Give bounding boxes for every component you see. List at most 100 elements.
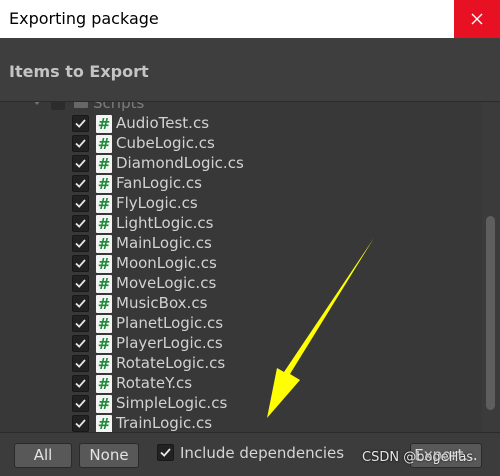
- checkmark-icon: [75, 219, 86, 228]
- csharp-script-icon: #: [96, 255, 112, 273]
- checkmark-icon: [75, 379, 86, 388]
- checkmark-icon: [75, 239, 86, 248]
- file-checkbox[interactable]: [72, 375, 89, 392]
- file-row[interactable]: # PlanetLogic.cs: [0, 314, 480, 334]
- file-name: MainLogic.cs: [116, 234, 212, 252]
- file-name: DiamondLogic.cs: [116, 154, 244, 172]
- include-dependencies-label: Include dependencies: [180, 444, 345, 462]
- file-name: LightLogic.cs: [116, 214, 214, 232]
- file-checkbox[interactable]: [72, 155, 89, 172]
- checkmark-icon: [75, 119, 86, 128]
- csharp-script-icon: #: [96, 335, 112, 353]
- file-row[interactable]: # TrainLogic.cs: [0, 414, 480, 432]
- include-dependencies-checkbox[interactable]: [157, 444, 174, 461]
- csharp-script-icon: #: [96, 355, 112, 373]
- csharp-script-icon: #: [96, 135, 112, 153]
- file-row[interactable]: # SimpleLogic.cs: [0, 394, 480, 414]
- watermark-text: CSDN @bogeHas: [362, 450, 474, 465]
- checkmark-icon: [75, 199, 86, 208]
- file-name: FlyLogic.cs: [116, 194, 198, 212]
- file-checkbox[interactable]: [72, 315, 89, 332]
- checkmark-icon: [75, 179, 86, 188]
- file-checkbox[interactable]: [72, 175, 89, 192]
- scrollbar-thumb[interactable]: [486, 216, 495, 410]
- file-row[interactable]: # LightLogic.cs: [0, 214, 480, 234]
- file-checkbox[interactable]: [72, 395, 89, 412]
- file-row[interactable]: # MusicBox.cs: [0, 294, 480, 314]
- file-row[interactable]: # MoveLogic.cs: [0, 274, 480, 294]
- close-icon: [471, 13, 483, 25]
- file-name: RotateLogic.cs: [116, 354, 226, 372]
- csharp-script-icon: #: [96, 395, 112, 413]
- file-row[interactable]: # DiamondLogic.cs: [0, 154, 480, 174]
- csharp-script-icon: #: [96, 415, 112, 432]
- checkmark-icon: [75, 259, 86, 268]
- file-name: PlanetLogic.cs: [116, 314, 224, 332]
- file-row[interactable]: # PlayerLogic.cs: [0, 334, 480, 354]
- close-button[interactable]: [454, 0, 500, 38]
- export-items-list[interactable]: Scripts # AudioTest.cs # CubeLogic.cs # Diamo…: [0, 102, 500, 432]
- folder-label: Scripts: [93, 102, 145, 112]
- csharp-script-icon: #: [96, 215, 112, 233]
- folder-checkbox[interactable]: [51, 102, 65, 110]
- csharp-script-icon: #: [96, 315, 112, 333]
- file-row[interactable]: # AudioTest.cs: [0, 114, 480, 134]
- csharp-script-icon: #: [96, 115, 112, 133]
- select-none-button[interactable]: None: [79, 443, 139, 468]
- file-checkbox[interactable]: [72, 275, 89, 292]
- file-row[interactable]: # FanLogic.cs: [0, 174, 480, 194]
- checkmark-icon: [75, 359, 86, 368]
- csharp-script-icon: #: [96, 235, 112, 253]
- folder-icon: [74, 102, 88, 108]
- folder-row-scripts[interactable]: Scripts: [0, 102, 480, 114]
- items-header: Items to Export: [0, 38, 500, 102]
- file-checkbox[interactable]: [72, 115, 89, 132]
- file-checkbox[interactable]: [72, 135, 89, 152]
- file-checkbox[interactable]: [72, 415, 89, 432]
- file-name: MoonLogic.cs: [116, 254, 217, 272]
- file-row[interactable]: # RotateLogic.cs: [0, 354, 480, 374]
- file-name: CubeLogic.cs: [116, 134, 215, 152]
- file-name: MusicBox.cs: [116, 294, 208, 312]
- file-row[interactable]: # MoonLogic.cs: [0, 254, 480, 274]
- file-name: AudioTest.cs: [116, 114, 210, 132]
- footer-bar: All None Include dependencies Export... …: [0, 432, 500, 476]
- file-row[interactable]: # RotateY.cs: [0, 374, 480, 394]
- items-to-export-heading: Items to Export: [9, 62, 149, 81]
- file-checkbox[interactable]: [72, 255, 89, 272]
- file-name: TrainLogic.cs: [116, 414, 213, 432]
- file-name: PlayerLogic.cs: [116, 334, 223, 352]
- title-bar: Exporting package: [0, 0, 500, 38]
- checkmark-icon: [75, 319, 86, 328]
- file-checkbox[interactable]: [72, 335, 89, 352]
- file-name: SimpleLogic.cs: [116, 394, 228, 412]
- file-row[interactable]: # MainLogic.cs: [0, 234, 480, 254]
- checkmark-icon: [75, 159, 86, 168]
- file-checkbox[interactable]: [72, 355, 89, 372]
- checkmark-icon: [75, 139, 86, 148]
- checkmark-icon: [160, 448, 171, 457]
- csharp-script-icon: #: [96, 175, 112, 193]
- csharp-script-icon: #: [96, 295, 112, 313]
- select-all-button[interactable]: All: [14, 443, 72, 468]
- file-checkbox[interactable]: [72, 295, 89, 312]
- list-scrollbar[interactable]: [482, 102, 500, 432]
- expand-arrow-icon[interactable]: [33, 102, 41, 105]
- file-checkbox[interactable]: [72, 215, 89, 232]
- csharp-script-icon: #: [96, 275, 112, 293]
- checkmark-icon: [75, 399, 86, 408]
- checkmark-icon: [75, 339, 86, 348]
- csharp-script-icon: #: [96, 195, 112, 213]
- file-name: RotateY.cs: [116, 374, 193, 392]
- file-checkbox[interactable]: [72, 235, 89, 252]
- file-row[interactable]: # CubeLogic.cs: [0, 134, 480, 154]
- checkmark-icon: [75, 419, 86, 428]
- file-name: FanLogic.cs: [116, 174, 202, 192]
- file-checkbox[interactable]: [72, 195, 89, 212]
- file-row[interactable]: # FlyLogic.cs: [0, 194, 480, 214]
- checkmark-icon: [75, 299, 86, 308]
- checkmark-icon: [75, 279, 86, 288]
- csharp-script-icon: #: [96, 155, 112, 173]
- csharp-script-icon: #: [96, 375, 112, 393]
- window-title: Exporting package: [9, 9, 159, 28]
